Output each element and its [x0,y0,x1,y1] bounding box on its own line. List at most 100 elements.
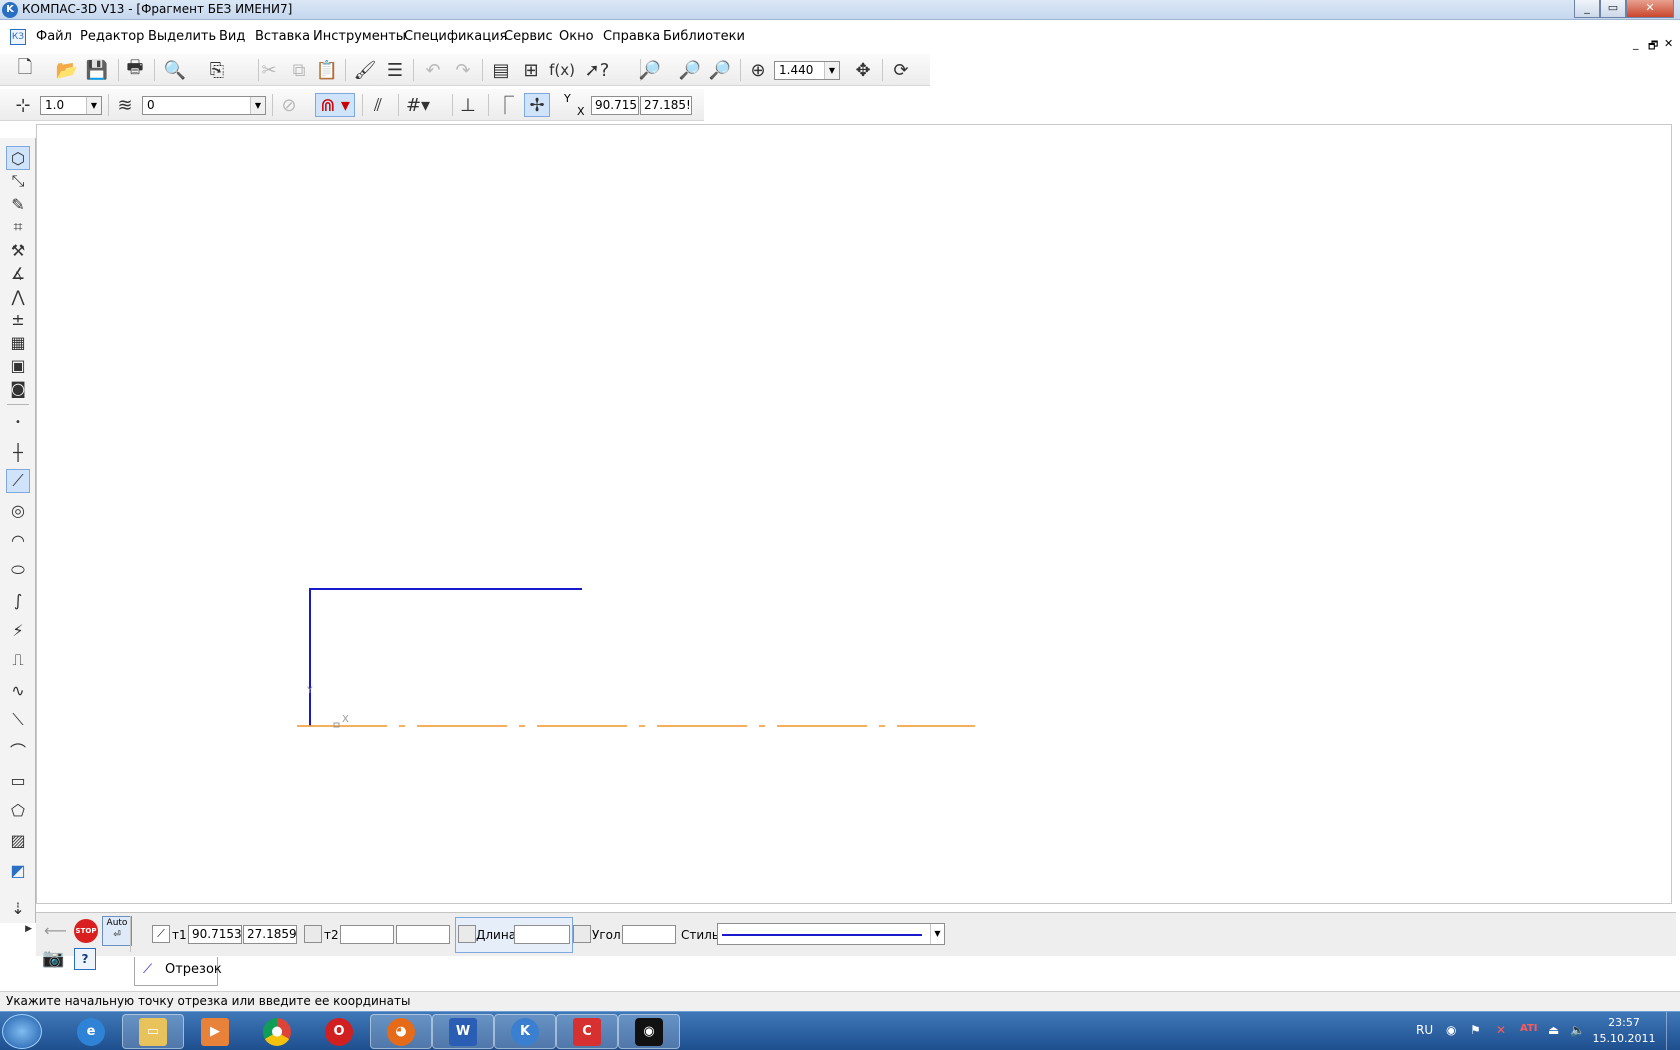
length-checkbox[interactable] [458,925,476,943]
local-cs-icon[interactable]: ⊥ [455,93,481,117]
taskbar-chrome[interactable]: ● [246,1014,308,1049]
line-style-combo[interactable]: ▼ [717,923,945,945]
menu-help[interactable]: Справка [603,29,660,44]
fx-icon[interactable]: f(x) [549,58,575,82]
maximize-button[interactable]: ▭ [1600,0,1626,18]
close-button[interactable]: ✕ [1626,0,1674,18]
zoom-in-icon[interactable]: ⊕ [745,58,771,82]
cut-icon[interactable]: ✂ [256,58,282,82]
paste-icon[interactable]: 📋 [314,58,340,82]
chevron-down-icon[interactable]: ▼ [86,97,101,114]
ellipse-icon[interactable]: ⬭ [6,558,30,582]
expand-arrow-icon[interactable]: ▶ [0,920,36,938]
taskbar-explorer[interactable]: ▭ [122,1014,184,1049]
menu-tools[interactable]: Инструменты [313,29,406,44]
drawing-canvas[interactable]: X Y [36,124,1672,904]
snap-magnet-icon[interactable]: ⋒ ▾ [315,93,355,117]
taskbar-opera[interactable]: O [308,1014,370,1049]
save-icon[interactable]: 💾 [84,58,110,82]
angle-checkbox[interactable] [573,925,591,943]
taskbar-firefox[interactable]: ◕ [370,1014,432,1049]
rectangle-icon[interactable]: ▭ [6,768,30,792]
fill-icon[interactable]: ◩ [6,858,30,882]
variables-icon[interactable]: ⊞ [518,58,544,82]
circle-icon[interactable]: ◎ [6,498,30,522]
properties-icon[interactable]: ⊘ [276,93,302,117]
segment-icon[interactable]: ⟋ [6,469,30,493]
specification-icon[interactable]: ▦ [6,330,30,354]
tray-messenger-icon[interactable]: ◉ [1446,1023,1456,1037]
layer-combo[interactable]: 0 ▼ [142,96,266,115]
ati-icon[interactable]: ATI [1520,1023,1538,1034]
open-folder-icon[interactable]: 📂 [54,58,80,82]
taskbar-word[interactable]: W [432,1014,494,1049]
language-indicator[interactable]: RU [1416,1023,1433,1037]
layers-icon[interactable]: ≋ [112,93,138,117]
chevron-down-icon[interactable]: ▼ [930,924,944,944]
copy-icon[interactable]: ⧉ [286,58,312,82]
document-manager-icon[interactable]: ⎘ [204,58,230,82]
usb-icon[interactable]: ⏏ [1548,1023,1559,1037]
menu-editor[interactable]: Редактор [80,29,144,44]
auto-line-icon[interactable]: ⚡ [6,618,30,642]
menu-specification[interactable]: Спецификация [404,29,507,44]
mdi-close-button[interactable]: ✕ [1664,37,1673,50]
t1-checkbox[interactable]: ⟋ [152,925,170,943]
menu-view[interactable]: Вид [219,29,245,44]
menu-service[interactable]: Сервис [504,29,553,44]
cursor-y-field[interactable]: 27.185! [640,96,692,115]
taskbar-app[interactable]: C [556,1014,618,1049]
chevron-down-icon[interactable]: ▼ [824,62,839,79]
t2-y-field[interactable] [396,925,450,944]
t2-x-field[interactable] [340,925,394,944]
print-icon[interactable]: 🖶 [122,57,148,82]
document-icon[interactable]: КЗ [10,29,26,45]
auto-create-button[interactable]: Auto ⏎ [102,916,132,946]
cursor-step-icon[interactable]: ⊹ [10,93,36,117]
hatch-icon[interactable]: ▨ [6,828,30,852]
auxiliary-line-icon[interactable]: ┼ [6,440,30,464]
polyline-icon[interactable]: ⎍ [6,648,30,672]
network-icon[interactable]: ✕ [1496,1023,1506,1037]
reports-icon[interactable]: ▣ [6,353,30,377]
pan-icon[interactable]: ✥ [850,58,876,82]
zoom-dynamic-icon[interactable]: 🔎 [707,58,733,82]
measurements-icon[interactable]: ∡ [6,261,30,285]
insert-elements-icon[interactable]: ◙ [6,376,30,400]
menu-insert[interactable]: Вставка [255,29,310,44]
angle-field[interactable] [622,925,676,944]
selection-icon[interactable]: ⋀ [6,284,30,308]
clock[interactable]: 23:57 15.10.2011 [1586,1015,1662,1047]
dimensions-icon[interactable]: ⤡ [6,169,30,193]
length-field[interactable] [514,925,570,944]
minimize-button[interactable]: _ [1574,0,1600,18]
zoom-combo[interactable]: 1.440 ▼ [774,61,840,80]
back-arrow-icon[interactable]: ⟵ [44,921,67,940]
taskbar-kompas[interactable]: K [494,1014,556,1049]
menu-libraries[interactable]: Библиотеки [663,29,745,44]
collection-icon[interactable]: ⇣ [6,896,30,920]
point-icon[interactable]: • [6,410,30,434]
fillet-icon[interactable]: ⌒ [6,738,30,762]
show-desktop-button[interactable] [1666,1012,1680,1050]
start-button[interactable] [2,1014,42,1049]
orthogonal-icon[interactable]: ⫽ [365,93,391,117]
print-preview-icon[interactable]: 🔍 [162,58,188,82]
menu-file[interactable]: Файл [36,29,72,44]
help-pointer-icon[interactable]: ➚? [584,58,610,82]
t1-y-field[interactable]: 27.1859 [243,925,297,944]
help-icon[interactable]: ? [74,948,96,970]
taskbar-media-player[interactable]: ▶ [184,1014,246,1049]
snap-point-icon[interactable]: ✢ [524,93,550,117]
refresh-view-icon[interactable]: ⟳ [888,58,914,82]
mdi-minimize-button[interactable]: _ [1633,37,1639,50]
properties-list-icon[interactable]: ☰ [382,58,408,82]
arc-icon[interactable]: ◠ [6,528,30,552]
chamfer-icon[interactable]: ⟍ [6,708,30,732]
grid-icon[interactable]: #▾ [405,93,431,117]
t2-checkbox[interactable] [304,925,322,943]
menu-select[interactable]: Выделить [148,29,216,44]
redo-icon[interactable]: ↷ [450,58,476,82]
parametrization-icon[interactable]: ⚒ [6,238,30,262]
geometry-icon[interactable]: ⬡ [6,146,30,170]
